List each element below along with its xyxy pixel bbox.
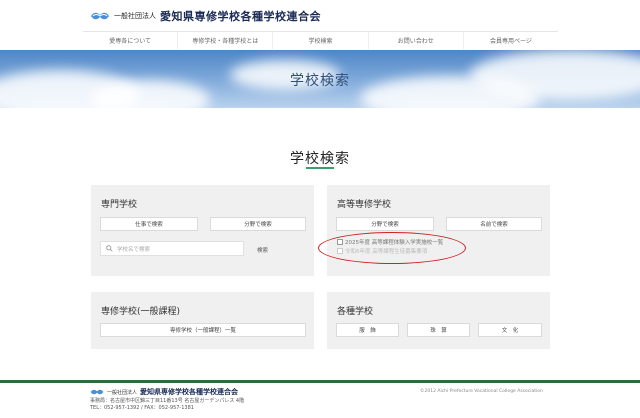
trial-entry-list-label: 2025年度 高等課程体験入学実施校一覧 (345, 240, 444, 246)
footer-divider (0, 380, 640, 383)
page-title: 学校検索 (290, 151, 350, 167)
panel-senmon-title: 専門学校 (101, 200, 138, 210)
logo-mark-icon (91, 12, 109, 20)
site-header: 一般社団法人 愛知県専修学校各種学校連合会 愛専各について 専修学校・各種学校と… (0, 0, 640, 50)
hero-banner: 学校検索 (0, 50, 640, 108)
footer-address: 事務局：名古屋市中区錦三丁目11番13号 名古屋ガーデンパレス 4階 (90, 398, 245, 404)
footer-copyright: ©2012 Aichi Prefecture Vocational Colleg… (420, 389, 543, 394)
koutou-search-by-name-button[interactable]: 名前で検索 (446, 217, 542, 231)
panel-ippan-title: 専修学校(一般課程) (101, 307, 181, 317)
trial-entry-list-link[interactable]: 2025年度 高等課程体験入学実施校一覧 (337, 238, 443, 246)
panel-senmon: 専門学校 仕事で検索 分野で検索 学校名で検索 検索 (91, 185, 314, 276)
checkbox-icon (337, 239, 343, 245)
koutou-search-by-field-button[interactable]: 分野で検索 (336, 217, 434, 231)
nav-item-members[interactable]: 会員専用ページ (462, 32, 558, 49)
panel-ippan: 専修学校(一般課程) 専修学校（一般課程）一覧 (91, 292, 314, 349)
footer-org-name: 愛知県専修学校各種学校連合会 (140, 388, 239, 396)
panel-koutou-title: 高等専修学校 (337, 200, 392, 210)
search-by-field-button[interactable]: 分野で検索 (210, 217, 306, 231)
footer-address-block: 事務局：名古屋市中区錦三丁目11番13号 名古屋ガーデンパレス 4階 TEL：0… (90, 398, 244, 412)
main-nav: 愛専各について 専修学校・各種学校とは 学校検索 お問い合わせ 会員専用ページ (83, 31, 558, 49)
nav-item-school-search[interactable]: 学校検索 (272, 32, 367, 49)
search-placeholder: 学校名で検索 (117, 246, 151, 253)
panel-kakushu-title: 各種学校 (337, 307, 374, 317)
logo-org-name: 愛知県専修学校各種学校連合会 (160, 10, 321, 23)
search-icon (106, 245, 113, 252)
search-by-job-button[interactable]: 仕事で検索 (100, 217, 198, 231)
panel-kakushu: 各種学校 服 飾 珠 算 文 化 (327, 292, 550, 349)
site-logo[interactable]: 一般社団法人 愛知県専修学校各種学校連合会 (90, 8, 321, 24)
school-name-search-input[interactable]: 学校名で検索 (100, 241, 244, 256)
footer-contact: TEL：052-957-1392 / FAX：052-957-1381 (90, 405, 194, 411)
hero-title: 学校検索 (290, 73, 350, 89)
panel-koutou: 高等専修学校 分野で検索 名前で検索 2025年度 高等課程体験入学実施校一覧 … (327, 185, 550, 276)
ippan-school-list-button[interactable]: 専修学校（一般課程）一覧 (100, 323, 306, 337)
recruitment-guide-link[interactable]: 令和6年度 高等課程生徒募集要項 (337, 247, 427, 255)
footer-org-type: 一般社団法人 (107, 389, 138, 396)
sewing-button[interactable]: 服 飾 (336, 323, 399, 337)
footer-logo[interactable]: 一般社団法人 愛知県専修学校各種学校連合会 (90, 387, 238, 397)
nav-item-about[interactable]: 愛専各について (83, 32, 177, 49)
culture-button[interactable]: 文 化 (478, 323, 542, 337)
title-underline (306, 167, 334, 169)
nav-item-contact[interactable]: お問い合わせ (367, 32, 463, 49)
search-submit-button[interactable]: 検索 (257, 246, 268, 254)
recruitment-guide-label: 令和6年度 高等課程生徒募集要項 (345, 249, 428, 255)
footer-logo-mark-icon (90, 389, 104, 395)
logo-org-type: 一般社団法人 (114, 12, 156, 20)
checkbox-icon (337, 248, 343, 254)
nav-item-schools-info[interactable]: 専修学校・各種学校とは (177, 32, 272, 49)
abacus-button[interactable]: 珠 算 (407, 323, 470, 337)
